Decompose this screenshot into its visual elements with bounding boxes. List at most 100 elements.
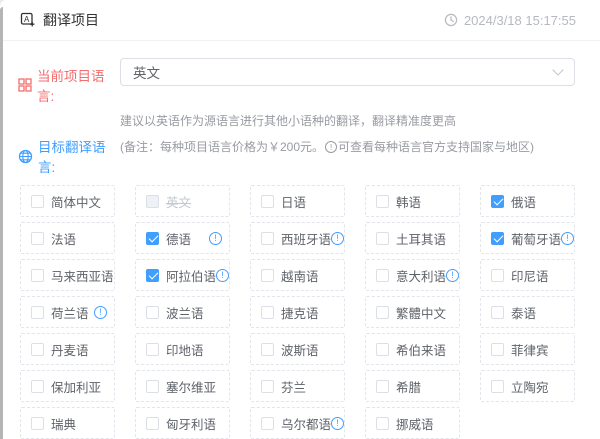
language-option[interactable]: 芬兰 <box>250 370 345 402</box>
checkbox[interactable] <box>31 417 44 430</box>
title-group: A 翻译项目 <box>20 10 99 30</box>
language-option[interactable]: 泰语 <box>480 296 575 328</box>
language-option[interactable]: 波斯语 <box>250 333 345 365</box>
language-label: 简体中文 <box>51 192 101 211</box>
checkbox[interactable] <box>31 306 44 319</box>
language-label: 越南语 <box>281 266 319 285</box>
checkbox[interactable] <box>31 195 44 208</box>
checkbox[interactable] <box>261 417 274 430</box>
language-option[interactable]: 繁體中文 <box>365 296 460 328</box>
checkbox[interactable] <box>376 232 389 245</box>
checkbox[interactable] <box>491 380 504 393</box>
language-label: 丹麦语 <box>51 340 89 359</box>
info-icon[interactable] <box>331 417 344 430</box>
language-option[interactable]: 波兰语 <box>135 296 230 328</box>
language-option[interactable]: 乌尔都语 <box>250 407 345 439</box>
checkbox[interactable] <box>146 343 159 356</box>
language-option[interactable]: 希伯来语 <box>365 333 460 365</box>
checkbox[interactable] <box>31 232 44 245</box>
language-option[interactable]: 葡萄牙语 <box>480 222 575 254</box>
checkbox[interactable] <box>491 306 504 319</box>
checkbox[interactable] <box>376 343 389 356</box>
checkbox[interactable] <box>31 269 44 282</box>
checkbox[interactable] <box>376 269 389 282</box>
language-grid: 简体中文英文日语韩语俄语法语德语西班牙语土耳其语葡萄牙语马来西亚语阿拉伯语越南语… <box>20 185 576 439</box>
checkbox[interactable] <box>261 195 274 208</box>
target-languages-row: 目标翻译语言: (备注：每种项目语言价格为￥200元。可查看每种语言官方支持国家… <box>18 136 600 176</box>
language-option[interactable]: 匈牙利语 <box>135 407 230 439</box>
info-icon[interactable] <box>114 269 115 282</box>
checkbox[interactable] <box>261 269 274 282</box>
language-label: 意大利语 <box>396 266 446 285</box>
language-option[interactable]: 阿拉伯语 <box>135 259 230 291</box>
language-label: 泰语 <box>511 303 536 322</box>
checkbox[interactable] <box>261 306 274 319</box>
page-title: 翻译项目 <box>43 10 99 30</box>
language-label: 波斯语 <box>281 340 319 359</box>
checkbox[interactable] <box>376 195 389 208</box>
info-icon[interactable] <box>216 269 229 282</box>
language-option[interactable]: 土耳其语 <box>365 222 460 254</box>
info-icon[interactable] <box>561 232 574 245</box>
language-option[interactable]: 希腊 <box>365 370 460 402</box>
checkbox[interactable] <box>376 417 389 430</box>
checkbox[interactable] <box>31 343 44 356</box>
info-icon[interactable] <box>331 232 344 245</box>
checkbox[interactable] <box>261 380 274 393</box>
checkbox[interactable] <box>146 306 159 319</box>
language-option[interactable]: 捷克语 <box>250 296 345 328</box>
language-option[interactable]: 简体中文 <box>20 185 115 217</box>
language-option[interactable]: 挪威语 <box>365 407 460 439</box>
language-option[interactable]: 德语 <box>135 222 230 254</box>
language-option[interactable]: 立陶宛 <box>480 370 575 402</box>
language-label: 乌尔都语 <box>281 414 331 433</box>
language-option[interactable]: 法语 <box>20 222 115 254</box>
checkbox[interactable] <box>376 380 389 393</box>
checkbox[interactable] <box>491 343 504 356</box>
language-option[interactable]: 保加利亚 <box>20 370 115 402</box>
info-circle-icon <box>325 141 337 153</box>
language-label: 阿拉伯语 <box>166 266 216 285</box>
translation-project-panel: A 翻译项目 2024/3/18 15:17:55 <box>0 0 600 439</box>
language-label: 塞尔维亚 <box>166 377 216 396</box>
language-option[interactable]: 塞尔维亚 <box>135 370 230 402</box>
source-language-select[interactable]: 英文 <box>120 58 575 86</box>
language-label: 韩语 <box>396 192 421 211</box>
language-option[interactable]: 印地语 <box>135 333 230 365</box>
language-option[interactable]: 荷兰语 <box>20 296 115 328</box>
checkbox[interactable] <box>146 417 159 430</box>
language-option[interactable]: 俄语 <box>480 185 575 217</box>
source-language-hint: 建议以英语作为源语言进行其他小语种的翻译，翻译精准度更高 <box>120 112 600 129</box>
target-languages-note: (备注：每种项目语言价格为￥200元。可查看每种语言官方支持国家与地区) <box>120 136 534 155</box>
info-icon[interactable] <box>209 232 222 245</box>
checkbox-checked[interactable] <box>146 269 159 282</box>
info-icon[interactable] <box>446 269 459 282</box>
checkbox-checked[interactable] <box>491 195 504 208</box>
language-label: 立陶宛 <box>511 377 549 396</box>
language-option[interactable]: 意大利语 <box>365 259 460 291</box>
language-label: 荷兰语 <box>51 303 89 322</box>
language-option[interactable]: 马来西亚语 <box>20 259 115 291</box>
checkbox-checked[interactable] <box>146 232 159 245</box>
language-label: 法语 <box>51 229 76 248</box>
checkbox[interactable] <box>491 269 504 282</box>
language-option[interactable]: 西班牙语 <box>250 222 345 254</box>
language-option[interactable]: 瑞典 <box>20 407 115 439</box>
language-option[interactable]: 印尼语 <box>480 259 575 291</box>
language-label: 波兰语 <box>166 303 204 322</box>
checkbox[interactable] <box>261 232 274 245</box>
language-option[interactable]: 韩语 <box>365 185 460 217</box>
globe-icon <box>18 149 33 164</box>
language-label: 希腊 <box>396 377 421 396</box>
info-icon[interactable] <box>94 306 107 319</box>
language-option[interactable]: 越南语 <box>250 259 345 291</box>
checkbox[interactable] <box>376 306 389 319</box>
checkbox[interactable] <box>31 380 44 393</box>
checkbox-checked[interactable] <box>491 232 504 245</box>
language-label: 匈牙利语 <box>166 414 216 433</box>
language-option[interactable]: 丹麦语 <box>20 333 115 365</box>
language-option[interactable]: 菲律宾 <box>480 333 575 365</box>
checkbox[interactable] <box>261 343 274 356</box>
checkbox[interactable] <box>146 380 159 393</box>
language-option[interactable]: 日语 <box>250 185 345 217</box>
